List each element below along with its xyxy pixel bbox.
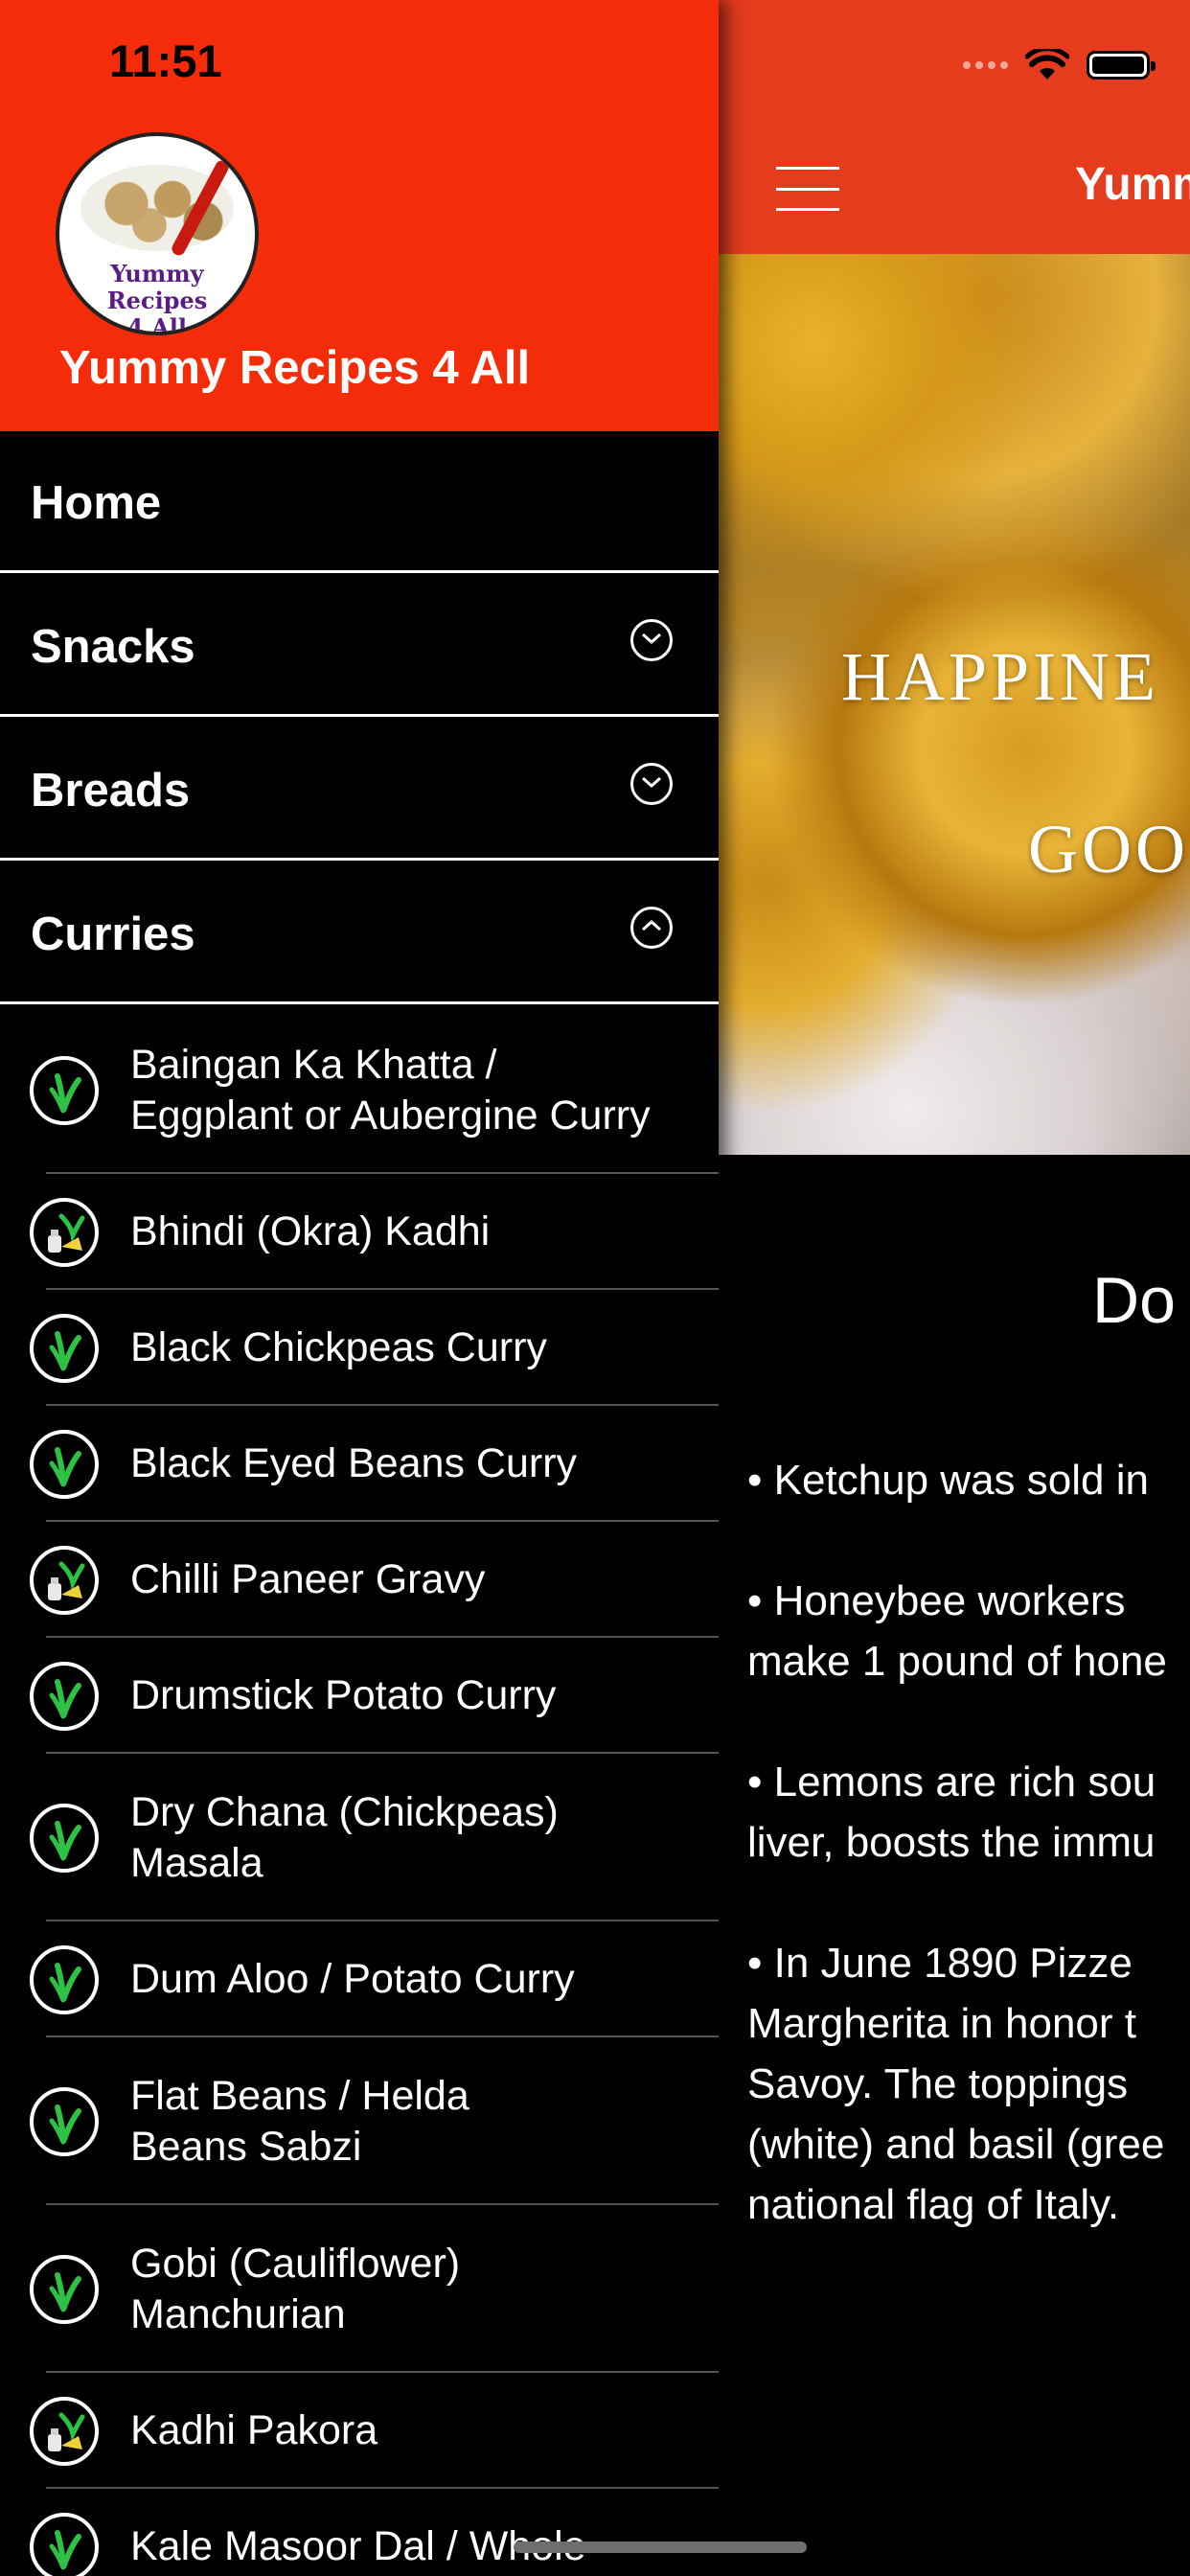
main-header: Yumm [719,0,1190,254]
cellular-signal-icon [963,61,1008,69]
curry-list-item[interactable]: Drumstick Potato Curry [0,1638,719,1754]
wifi-icon [1025,49,1069,80]
main-content: Yumm HAPPINE GOO Do • Ketchup was sold i… [719,0,1190,2576]
banner-text: GOO [1028,811,1189,887]
vegan-icon [29,1429,100,1500]
section-title: Do [1092,1264,1176,1337]
nav-item-curries[interactable]: Curries [0,862,719,1004]
curry-item-label: Black Eyed Beans Curry [130,1440,578,1486]
curry-list-item[interactable]: Gobi (Cauliflower) Manchurian [0,2205,719,2373]
app-logo: Yummy Recipes 4 All [56,132,259,335]
curry-list-item[interactable]: Baingan Ka Khatta / Eggplant or Aubergine… [0,1006,719,1174]
nav-item-home[interactable]: Home [0,431,719,573]
curry-list-item[interactable]: Bhindi (Okra) Kadhi [0,1174,719,1290]
vegan-icon [29,1313,100,1384]
banner-text: HAPPINE [841,638,1160,715]
curry-list-item[interactable]: Black Chickpeas Curry [0,1290,719,1406]
vegan-icon [29,1055,100,1126]
fact-paragraph: • Honeybee workers make 1 pound of hone [747,1577,1167,1685]
curry-item-label: Kadhi Pakora [130,2407,378,2453]
chevron-down-icon[interactable] [630,619,673,661]
curry-list-item[interactable]: Chilli Paneer Gravy [0,1522,719,1638]
fact-paragraph: • Ketchup was sold in [747,1457,1149,1504]
curry-item-label: Baingan Ka Khatta / Eggplant or Aubergine… [130,1041,651,1138]
curry-list-item[interactable]: Black Eyed Beans Curry [0,1406,719,1522]
nav-item-label: Curries [31,908,195,960]
nav-item-breads[interactable]: Breads [0,719,719,861]
curry-item-label: Flat Beans / Helda Beans Sabzi [130,2072,469,2170]
nav-item-label: Breads [31,765,191,816]
curry-item-label: Dum Aloo / Potato Curry [130,1956,575,2002]
nav-item-label: Home [31,477,162,529]
vegetarian-dairy-icon [29,1545,100,1616]
hamburger-menu-button[interactable] [776,167,839,211]
vegetarian-dairy-icon [29,2396,100,2467]
curry-list-item[interactable]: Dum Aloo / Potato Curry [0,1921,719,2037]
curry-list-item[interactable]: Kadhi Pakora [0,2373,719,2489]
chevron-up-icon[interactable] [630,907,673,949]
app-name: Yummy Recipes 4 All [59,342,531,394]
curry-item-label: Chilli Paneer Gravy [130,1556,486,1602]
banner-image: HAPPINE GOO [719,254,1190,1155]
status-time: 11:51 [109,35,222,86]
status-icons [963,46,1156,84]
curry-list-item[interactable]: Kale Masoor Dal / Whole [0,2489,719,2576]
chevron-down-icon[interactable] [630,763,673,805]
curry-item-label: Dry Chana (Chickpeas) Masala [130,1788,559,1886]
curry-item-label: Gobi (Cauliflower) Manchurian [130,2240,461,2337]
fact-paragraph: • Lemons are rich sou liver, boosts the … [747,1759,1156,1866]
vegan-icon [29,1944,100,2015]
curry-item-label: Black Chickpeas Curry [130,1324,547,1370]
main-title: Yumm [1075,159,1190,210]
vegan-icon [29,2086,100,2157]
vegan-icon [29,1661,100,1732]
vegan-icon [29,1803,100,1874]
fact-paragraph: • In June 1890 Pizze Margherita in honor… [747,1940,1165,2228]
curry-item-label: Bhindi (Okra) Kadhi [130,1208,491,1254]
nav-item-snacks[interactable]: Snacks [0,575,719,717]
drawer-header: 11:51 Yummy Recipes 4 All Yummy Recipes … [0,0,719,431]
curry-list-item[interactable]: Dry Chana (Chickpeas) Masala [0,1754,719,1921]
home-indicator [514,2542,807,2553]
vegan-icon [29,2254,100,2325]
vegan-icon [29,2512,100,2576]
curry-item-label: Drumstick Potato Curry [130,1672,557,1718]
navigation-drawer: 11:51 Yummy Recipes 4 All Yummy Recipes … [0,0,719,2576]
nav-item-label: Snacks [31,621,195,673]
battery-icon [1087,51,1156,80]
curry-list-item[interactable]: Flat Beans / Helda Beans Sabzi [0,2037,719,2205]
vegetarian-dairy-icon [29,1197,100,1268]
